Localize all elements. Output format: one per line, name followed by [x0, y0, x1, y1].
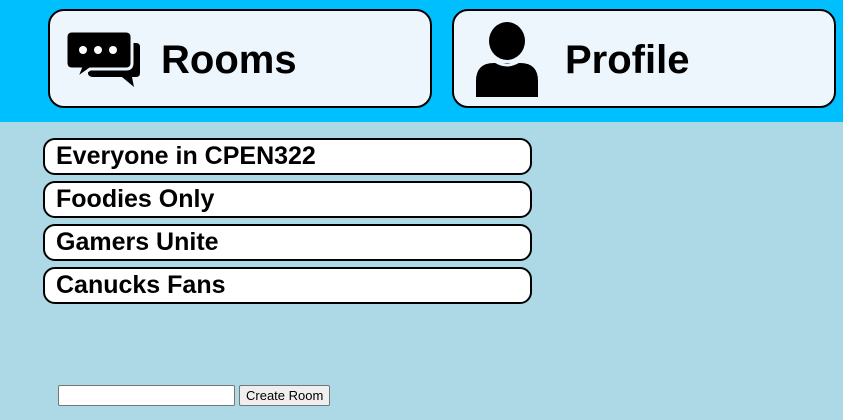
rooms-menu-button[interactable]: Rooms	[48, 9, 432, 108]
room-item[interactable]: Canucks Fans	[43, 267, 532, 304]
room-item[interactable]: Foodies Only	[43, 181, 532, 218]
create-room-button[interactable]: Create Room	[239, 385, 331, 406]
rooms-menu-label: Rooms	[161, 38, 297, 82]
room-item[interactable]: Everyone in CPEN322	[43, 138, 532, 175]
room-name: Canucks Fans	[56, 271, 226, 299]
room-name: Gamers Unite	[56, 228, 219, 256]
room-list: Everyone in CPEN322 Foodies Only Gamers …	[43, 138, 532, 310]
user-icon	[476, 22, 538, 97]
profile-menu-label: Profile	[565, 38, 690, 82]
chat-bubbles-icon	[66, 29, 140, 87]
room-name: Foodies Only	[56, 185, 215, 213]
room-name-input[interactable]	[58, 385, 235, 406]
room-item[interactable]: Gamers Unite	[43, 224, 532, 261]
room-name: Everyone in CPEN322	[56, 142, 316, 170]
profile-menu-button[interactable]: Profile	[452, 9, 836, 108]
top-menu-bar: Rooms Profile	[0, 0, 843, 122]
create-room-form: Create Room	[58, 385, 331, 406]
